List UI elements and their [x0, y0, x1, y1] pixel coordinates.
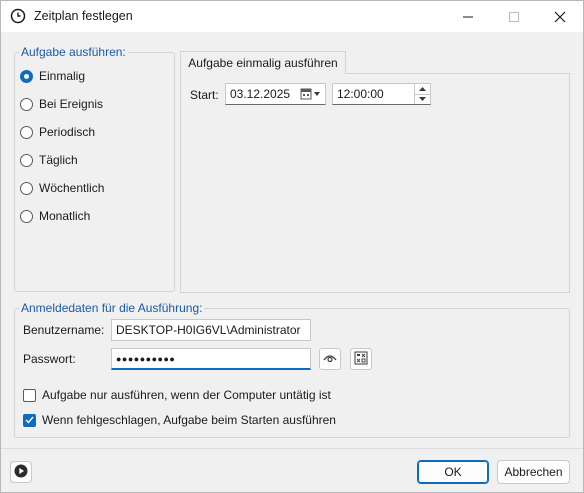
radio-periodisch[interactable]: Periodisch [20, 124, 95, 140]
radio-button[interactable] [20, 69, 33, 83]
idle-only-label: Aufgabe nur ausführen, wenn der Computer… [42, 388, 331, 402]
radio-label: Monatlich [39, 209, 91, 223]
tab-einmalig[interactable]: Aufgabe einmalig ausführen [180, 51, 346, 74]
checkmark-icon [25, 416, 34, 424]
cancel-label: Abbrechen [504, 465, 563, 479]
run-type-group [14, 52, 175, 292]
minimize-button[interactable] [445, 1, 491, 32]
radio-label: Einmalig [39, 69, 86, 83]
keyboard-button[interactable] [350, 348, 372, 370]
window-title: Zeitplan festlegen [34, 9, 133, 23]
username-field[interactable]: DESKTOP-H0IG6VL\Administrator [111, 319, 311, 341]
username-value: DESKTOP-H0IG6VL\Administrator [116, 323, 301, 337]
tab-label: Aufgabe einmalig ausführen [188, 56, 338, 70]
start-label: Start: [190, 88, 219, 102]
keyboard-icon [354, 351, 368, 368]
tab-panel-einmalig [180, 73, 570, 293]
close-button[interactable] [537, 1, 583, 32]
maximize-button[interactable] [491, 1, 537, 32]
eye-icon [323, 352, 337, 366]
clock-icon [10, 8, 26, 24]
spin-up-icon[interactable] [415, 84, 430, 95]
cancel-button[interactable]: Abbrechen [497, 460, 570, 484]
radio-monatlich[interactable]: Monatlich [20, 208, 90, 224]
start-date-picker[interactable]: 03.12.2025 [225, 83, 326, 105]
idle-only-checkbox[interactable] [23, 388, 36, 402]
calendar-dropdown-icon[interactable] [300, 87, 322, 101]
radio-label: Täglich [39, 153, 78, 167]
radio-button[interactable] [20, 125, 33, 139]
radio-button[interactable] [20, 209, 33, 223]
radio-button[interactable] [20, 181, 33, 195]
password-value: ●●●●●●●●●● [116, 353, 176, 364]
password-label: Passwort: [23, 352, 76, 366]
credentials-legend: Anmeldedaten für die Ausführung: [19, 301, 205, 315]
radio-woechentlich[interactable]: Wöchentlich [20, 180, 104, 196]
schedule-dialog: Zeitplan festlegen Aufgabe ausführen: Ei… [0, 0, 584, 493]
radio-button[interactable] [20, 97, 33, 111]
show-password-button[interactable] [319, 348, 341, 370]
radio-label: Wöchentlich [39, 181, 105, 195]
radio-einmalig[interactable]: Einmalig [20, 68, 85, 84]
title-bar: Zeitplan festlegen [1, 1, 583, 32]
run-type-legend: Aufgabe ausführen: [19, 45, 128, 59]
spin-down-icon[interactable] [415, 95, 430, 105]
username-label: Benutzername: [23, 323, 105, 337]
run-on-start-label: Wenn fehlgeschlagen, Aufgabe beim Starte… [42, 413, 336, 427]
run-on-start-checkbox-row[interactable]: Wenn fehlgeschlagen, Aufgabe beim Starte… [23, 412, 336, 428]
password-field[interactable]: ●●●●●●●●●● [111, 348, 311, 370]
radio-bei-ereignis[interactable]: Bei Ereignis [20, 96, 103, 112]
idle-only-checkbox-row[interactable]: Aufgabe nur ausführen, wenn der Computer… [23, 387, 331, 403]
ok-button[interactable]: OK [417, 460, 489, 484]
start-date-value: 03.12.2025 [230, 87, 291, 101]
run-now-button[interactable] [10, 461, 32, 483]
time-spin-buttons[interactable] [414, 84, 430, 104]
footer-divider [1, 448, 583, 449]
ok-label: OK [444, 465, 462, 479]
play-icon [14, 464, 28, 481]
start-time-spinner[interactable]: 12:00:00 [332, 83, 431, 105]
run-on-start-checkbox[interactable] [23, 413, 36, 427]
radio-taeglich[interactable]: Täglich [20, 152, 78, 168]
radio-label: Periodisch [39, 125, 96, 139]
radio-button[interactable] [20, 153, 33, 167]
radio-label: Bei Ereignis [39, 97, 104, 111]
start-time-value: 12:00:00 [337, 87, 384, 101]
